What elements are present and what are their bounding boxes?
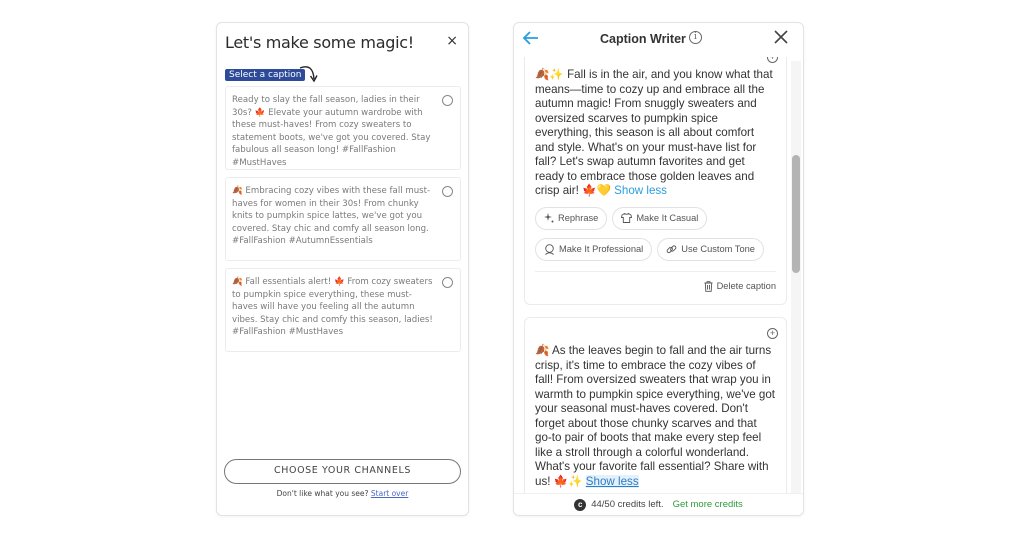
trash-icon (704, 280, 713, 292)
caption-option-3[interactable]: 🍂 Fall essentials alert! 🍁 From cozy swe… (225, 268, 461, 352)
caption-text: 🍂✨ Fall is in the air, and you know what… (535, 68, 773, 197)
start-over-link[interactable]: Start over (371, 489, 408, 498)
sparkle-icon (544, 213, 554, 223)
dislike-text: Don't like what you see? (276, 489, 369, 498)
caption-text: Ready to slay the fall season, ladies in… (232, 95, 431, 168)
caption-card-1: + 🍂✨ Fall is in the air, and you know wh… (524, 57, 787, 305)
caption-radio[interactable] (442, 277, 453, 288)
credit-icon: c (574, 498, 587, 511)
get-more-credits-link[interactable]: Get more credits (673, 494, 743, 516)
select-caption-badge: Select a caption (225, 69, 306, 81)
caption-radio[interactable] (442, 186, 453, 197)
action-row-1: Rephrase Make It Casual (535, 206, 776, 230)
choose-channels-button[interactable]: CHOOSE YOUR CHANNELS (224, 459, 461, 484)
show-less-link[interactable]: Show less (585, 474, 639, 488)
rephrase-button[interactable]: Rephrase (535, 206, 608, 230)
caption-option-2[interactable]: 🍂 Embracing cozy vibes with these fall m… (225, 177, 461, 261)
caption-radio[interactable] (442, 95, 453, 106)
credits-footer: c 44/50 credits left. Get more credits (514, 493, 803, 515)
make-casual-button[interactable]: Make It Casual (612, 206, 708, 230)
divider (535, 270, 776, 272)
caption-selection-panel: Let's make some magic! × Select a captio… (216, 22, 469, 516)
curved-arrow-icon (299, 66, 318, 83)
caption-text: 🍂 As the leaves begin to fall and the ai… (535, 344, 775, 488)
start-over-line: Don't like what you see? Start over (217, 489, 468, 498)
info-icon[interactable]: i (689, 31, 702, 44)
scrollbar-thumb[interactable] (792, 155, 800, 273)
panel-title: Caption Writer (600, 32, 686, 46)
caption-text: 🍂 Fall essentials alert! 🍁 From cozy swe… (232, 277, 433, 337)
link-icon (666, 244, 677, 253)
close-icon[interactable] (773, 29, 789, 45)
credits-text: 44/50 credits left. (591, 498, 664, 510)
add-icon[interactable]: + (767, 57, 778, 63)
add-icon[interactable]: + (767, 328, 778, 339)
make-professional-button[interactable]: Make It Professional (535, 237, 653, 261)
delete-caption-button[interactable]: Delete caption (535, 280, 776, 292)
professional-icon (545, 243, 554, 255)
custom-tone-button[interactable]: Use Custom Tone (657, 237, 764, 261)
header: Caption Writer i (514, 23, 803, 57)
tshirt-icon (621, 213, 633, 223)
captions-scroll-area: + 🍂✨ Fall is in the air, and you know wh… (514, 57, 803, 497)
action-row-2: Make It Professional Use Custom Tone (535, 237, 776, 261)
panel-title: Let's make some magic! (225, 33, 414, 52)
caption-writer-panel: Caption Writer i + 🍂✨ Fall is in the air… (513, 22, 804, 516)
caption-card-2: + 🍂 As the leaves begin to fall and the … (524, 317, 787, 497)
back-arrow-icon[interactable] (522, 30, 540, 46)
show-less-link[interactable]: Show less (614, 184, 667, 197)
scrollbar-track[interactable] (791, 61, 801, 497)
caption-option-1[interactable]: Ready to slay the fall season, ladies in… (225, 86, 461, 170)
caption-text: 🍂 Embracing cozy vibes with these fall m… (232, 186, 431, 246)
close-icon[interactable]: × (446, 33, 458, 49)
